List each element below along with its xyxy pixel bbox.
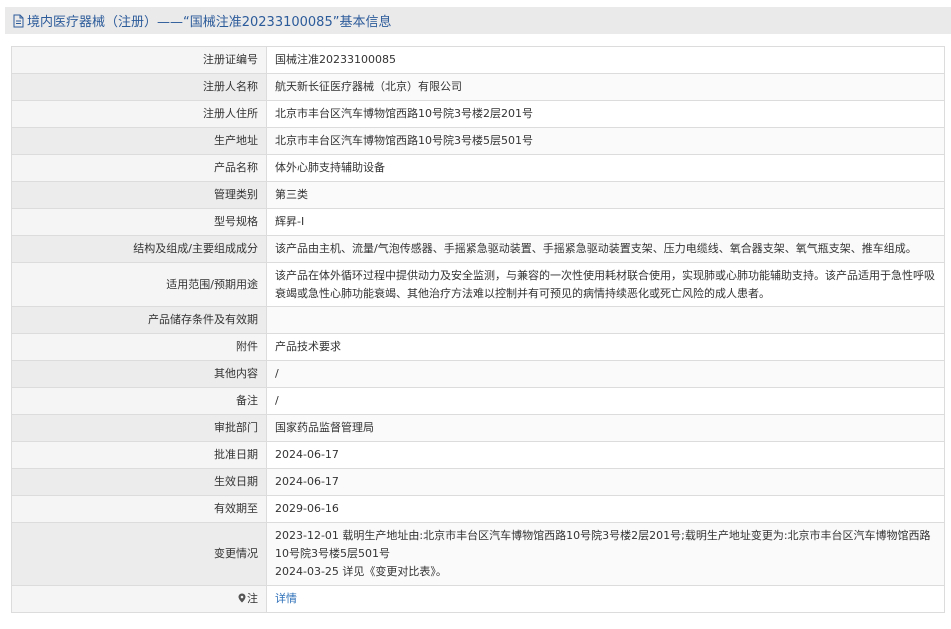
table-row: 产品储存条件及有效期 <box>11 306 945 334</box>
table-row: 批准日期 2024-06-17 <box>11 441 945 469</box>
table-row: 结构及组成/主要组成成分 该产品由主机、流量/气泡传感器、手摇紧急驱动装置、手摇… <box>11 235 945 263</box>
row-value: 第三类 <box>266 181 945 209</box>
row-value: 北京市丰台区汽车博物馆西路10号院3号楼2层201号 <box>266 100 945 128</box>
note-label: 注 <box>247 592 258 605</box>
page-header: 境内医疗器械（注册）——“国械注准20233100085”基本信息 <box>5 7 951 34</box>
table-row: 注册证编号 国械注准20233100085 <box>11 46 945 74</box>
row-label: 备注 <box>11 387 267 415</box>
note-value: 详情 <box>266 585 945 613</box>
table-row: 生效日期 2024-06-17 <box>11 468 945 496</box>
row-label: 生效日期 <box>11 468 267 496</box>
row-value: 国械注准20233100085 <box>266 46 945 74</box>
row-label: 产品储存条件及有效期 <box>11 306 267 334</box>
change-entry: 2024-03-25 详见《变更对比表》。 <box>275 565 447 578</box>
table-row: 适用范围/预期用途 该产品在体外循环过程中提供动力及安全监测，与兼容的一次性使用… <box>11 262 945 307</box>
row-label: 注册人名称 <box>11 73 267 101</box>
document-icon <box>12 14 25 28</box>
row-value: 2029-06-16 <box>266 495 945 523</box>
row-value: 该产品在体外循环过程中提供动力及安全监测，与兼容的一次性使用耗材联合使用，实现肺… <box>266 262 945 307</box>
row-label: 注册人住所 <box>11 100 267 128</box>
table-row: 备注 / <box>11 387 945 415</box>
row-value: 产品技术要求 <box>266 333 945 361</box>
table-row-changes: 变更情况 2023-12-01 载明生产地址由:北京市丰台区汽车博物馆西路10号… <box>11 522 945 586</box>
row-value: / <box>266 387 945 415</box>
note-label-cell: 注 <box>11 585 267 613</box>
row-value <box>266 306 945 334</box>
table-row: 其他内容 / <box>11 360 945 388</box>
row-value: 2024-06-17 <box>266 441 945 469</box>
row-value: / <box>266 360 945 388</box>
changes-value: 2023-12-01 载明生产地址由:北京市丰台区汽车博物馆西路10号院3号楼2… <box>266 522 945 586</box>
table-row: 生产地址 北京市丰台区汽车博物馆西路10号院3号楼5层501号 <box>11 127 945 155</box>
row-label: 批准日期 <box>11 441 267 469</box>
row-value: 该产品由主机、流量/气泡传感器、手摇紧急驱动装置、手摇紧急驱动装置支架、压力电缆… <box>266 235 945 263</box>
row-label: 有效期至 <box>11 495 267 523</box>
table-row: 审批部门 国家药品监督管理局 <box>11 414 945 442</box>
detail-link[interactable]: 详情 <box>275 592 297 605</box>
row-label: 管理类别 <box>11 181 267 209</box>
row-value: 辉昇-I <box>266 208 945 236</box>
table-row: 型号规格 辉昇-I <box>11 208 945 236</box>
pin-icon <box>238 593 246 603</box>
table-row: 附件 产品技术要求 <box>11 333 945 361</box>
page-title: 境内医疗器械（注册）——“国械注准20233100085”基本信息 <box>27 15 392 30</box>
row-label: 附件 <box>11 333 267 361</box>
info-table: 注册证编号 国械注准20233100085 注册人名称 航天新长征医疗器械（北京… <box>11 46 945 613</box>
row-value: 2024-06-17 <box>266 468 945 496</box>
row-label: 其他内容 <box>11 360 267 388</box>
table-row: 产品名称 体外心肺支持辅助设备 <box>11 154 945 182</box>
table-row-note: 注 详情 <box>11 585 945 613</box>
table-row: 注册人名称 航天新长征医疗器械（北京）有限公司 <box>11 73 945 101</box>
row-value: 航天新长征医疗器械（北京）有限公司 <box>266 73 945 101</box>
row-value: 国家药品监督管理局 <box>266 414 945 442</box>
row-label: 变更情况 <box>11 522 267 586</box>
table-row: 注册人住所 北京市丰台区汽车博物馆西路10号院3号楼2层201号 <box>11 100 945 128</box>
row-label: 适用范围/预期用途 <box>11 262 267 307</box>
table-row: 有效期至 2029-06-16 <box>11 495 945 523</box>
row-label: 型号规格 <box>11 208 267 236</box>
row-value: 体外心肺支持辅助设备 <box>266 154 945 182</box>
change-entry: 2023-12-01 载明生产地址由:北京市丰台区汽车博物馆西路10号院3号楼2… <box>275 529 931 560</box>
row-value: 北京市丰台区汽车博物馆西路10号院3号楼5层501号 <box>266 127 945 155</box>
row-label: 注册证编号 <box>11 46 267 74</box>
table-row: 管理类别 第三类 <box>11 181 945 209</box>
row-label: 生产地址 <box>11 127 267 155</box>
row-label: 产品名称 <box>11 154 267 182</box>
row-label: 结构及组成/主要组成成分 <box>11 235 267 263</box>
row-label: 审批部门 <box>11 414 267 442</box>
